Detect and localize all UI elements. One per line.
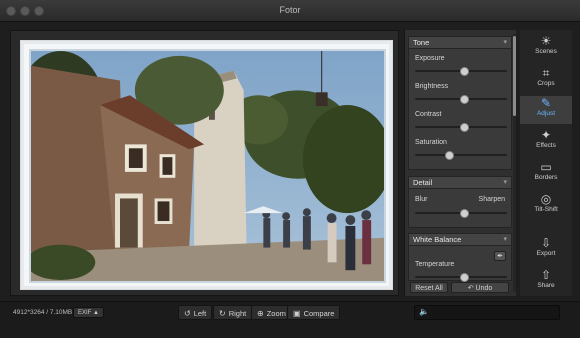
contrast-label: Contrast [415,111,442,118]
brightness-label: Brightness [415,83,449,90]
tool-adjust[interactable]: ✎ Adjust [520,96,572,124]
detail-slider[interactable] [415,208,507,218]
tool-share[interactable]: ⇧ Share [520,268,572,296]
chevron-down-icon: ▾ [503,179,507,186]
tool-effects[interactable]: ✦ Effects [520,128,572,156]
panel-scrollbar-thumb[interactable] [513,36,516,116]
rotate-right-button[interactable]: ↻ Right [213,305,253,320]
photo-preview[interactable] [29,49,386,283]
compare-icon: ▣ [293,309,301,318]
tool-tilt-shift-label: Tilt-Shift [534,206,558,213]
contrast-slider[interactable] [415,122,507,132]
compare-label: Compare [303,309,335,318]
share-icon: ⇧ [540,268,552,282]
rotate-right-label: Right [228,309,247,318]
tool-borders-label: Borders [534,174,558,181]
title-bar: Fotor [0,0,580,22]
tool-export-label: Export [536,250,556,257]
temperature-label: Temperature [415,261,455,268]
white-balance-header[interactable]: White Balance ▾ [409,234,511,246]
speaker-icon: 🔈 [419,307,429,316]
tool-tilt-shift[interactable]: ◎ Tilt-Shift [520,192,572,220]
tool-share-label: Share [537,282,555,289]
tool-adjust-label: Adjust [536,110,556,117]
panel-scrollbar[interactable] [513,34,516,292]
window-title: Fotor [279,5,301,15]
sun-icon: ☀ [540,34,552,48]
detail-slider-knob[interactable] [460,208,470,218]
exposure-slider-knob[interactable] [460,66,470,76]
tool-crops[interactable]: ⌗ Crops [520,66,572,94]
sharpen-label: Sharpen [478,196,505,203]
detail-section: Detail ▾ Blur Sharpen [408,176,512,228]
target-icon: ◎ [540,192,552,206]
tool-scenes-label: Scenes [535,48,557,55]
tool-effects-label: Effects [536,142,556,149]
brightness-slider[interactable] [415,94,507,104]
undo-button[interactable]: ↶ Undo [451,282,509,293]
exposure-label: Exposure [415,55,445,62]
image-info: 4912*3264 / 7.10MB [13,309,73,316]
exposure-slider[interactable] [415,66,507,76]
photo-border-frame [20,40,393,290]
temperature-slider[interactable] [415,272,507,282]
detail-title: Detail [413,178,433,187]
rotate-left-icon: ↺ [184,309,191,318]
undo-label: Undo [475,285,493,292]
photo-canvas [10,30,399,296]
frame-icon: ▭ [540,160,552,174]
street-scene-image [31,51,384,281]
tool-scenes[interactable]: ☀ Scenes [520,34,572,62]
exif-button[interactable]: EXIF ▲ [73,307,104,318]
export-icon: ⇩ [540,236,552,250]
chevron-down-icon: ▾ [503,39,507,46]
zoom-label: Zoom [266,309,286,318]
rotate-right-icon: ↻ [219,309,226,318]
undo-icon: ↶ [467,285,474,292]
saturation-slider-knob[interactable] [445,150,455,160]
zoom-button[interactable]: ⊕ Zoom [251,305,292,320]
rotate-left-label: Left [193,309,207,318]
tool-crops-label: Crops [537,80,555,87]
brightness-slider-knob[interactable] [460,94,470,104]
pencil-icon: ✎ [540,96,552,110]
tone-title: Tone [413,38,430,47]
message-bar: 🔈 [414,305,560,320]
tone-section: Tone ▾ Exposure Brightness Contrast Satu… [408,36,512,170]
contrast-slider-knob[interactable] [460,122,470,132]
compare-button[interactable]: ▣ Compare [287,305,341,320]
chevron-down-icon: ▾ [503,236,507,243]
tone-header[interactable]: Tone ▾ [409,37,511,49]
tool-export[interactable]: ⇩ Export [520,236,572,264]
tool-borders[interactable]: ▭ Borders [520,160,572,188]
detail-header[interactable]: Detail ▾ [409,177,511,189]
bottom-toolbar: 4912*3264 / 7.10MB EXIF ▲ ↺ Left ↻ Right ⊕… [0,301,580,338]
reset-all-button[interactable]: Reset All [410,282,448,293]
white-balance-section: White Balance ▾ ✒ Temperature [408,233,512,282]
temperature-slider-knob[interactable] [460,272,470,282]
saturation-label: Saturation [415,139,447,146]
tool-sidebar: ☀ Scenes ⌗ Crops ✎ Adjust ✦ Effects ▭ Bo… [520,30,572,296]
adjust-panel: Tone ▾ Exposure Brightness Contrast Satu… [404,30,516,296]
saturation-slider[interactable] [415,150,507,160]
blur-label: Blur [415,196,428,203]
white-balance-title: White Balance [413,235,462,244]
sparkle-icon: ✦ [540,128,552,142]
eyedropper-icon[interactable]: ✒ [494,251,506,261]
rotate-left-button[interactable]: ↺ Left [178,305,213,320]
magnifier-icon: ⊕ [257,309,264,318]
crop-icon: ⌗ [542,66,550,80]
